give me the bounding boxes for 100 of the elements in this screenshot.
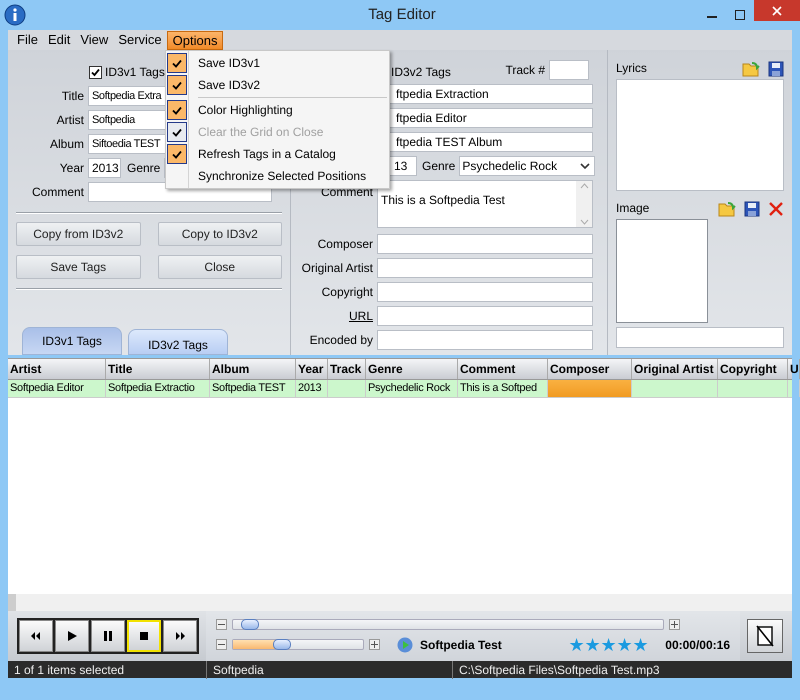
- scroll-thumb[interactable]: [8, 594, 16, 611]
- table-cell: Softpedia Extractio: [106, 380, 210, 397]
- plus-button[interactable]: [369, 639, 380, 650]
- slider[interactable]: [232, 618, 664, 630]
- media-button[interactable]: [19, 620, 53, 652]
- column-header[interactable]: Title: [106, 359, 210, 379]
- field-label: Composer: [316, 236, 374, 253]
- input-field[interactable]: [549, 60, 589, 80]
- dropdown-value: Psychedelic Rock: [462, 158, 558, 175]
- column-header[interactable]: Album: [210, 359, 296, 379]
- input-field[interactable]: [377, 330, 593, 350]
- chevron-down-icon: [580, 162, 590, 170]
- field-label: Comment: [320, 184, 374, 201]
- notes-button[interactable]: [747, 619, 783, 653]
- input-field[interactable]: [377, 282, 593, 302]
- minus-button[interactable]: [216, 639, 227, 650]
- section-label: ID3v1 Tags: [105, 64, 165, 81]
- star-icon: ★: [568, 636, 584, 652]
- save-icon: [744, 201, 760, 217]
- save-icon: [768, 61, 784, 77]
- field-label: Artist: [56, 112, 85, 129]
- button[interactable]: Copy from ID3v2: [16, 222, 140, 246]
- link[interactable]: URL: [291, 307, 377, 325]
- status-text: C:\Softpedia Files\Softpedia Test.mp3: [452, 660, 782, 678]
- section-label: Lyrics: [616, 60, 647, 77]
- plus-button[interactable]: [669, 618, 680, 630]
- menu-item[interactable]: Options: [166, 31, 224, 50]
- input-field[interactable]: [616, 327, 784, 348]
- menu-item[interactable]: Edit: [42, 31, 76, 50]
- input-field[interactable]: 2013: [88, 158, 121, 178]
- table-cell: Psychedelic Rock: [366, 380, 458, 397]
- menu-item[interactable]: File: [12, 31, 43, 50]
- info-icon: [4, 4, 26, 26]
- star-icon: ★: [600, 636, 616, 652]
- button[interactable]: Copy to ID3v2: [158, 222, 282, 246]
- menu-item[interactable]: View: [75, 31, 114, 50]
- menu-item[interactable]: Service: [113, 31, 167, 50]
- tab[interactable]: ID3v1 Tags: [22, 327, 122, 355]
- media-button[interactable]: [163, 620, 197, 652]
- field-label: Year: [58, 160, 85, 177]
- play-icon: [397, 636, 413, 652]
- column-header[interactable]: Artist: [8, 359, 106, 379]
- checkbox[interactable]: [89, 66, 102, 78]
- time-display: 00:00/00:16: [665, 636, 730, 654]
- slider-thumb[interactable]: [273, 639, 292, 650]
- notepad-icon: [754, 624, 776, 648]
- slider-thumb[interactable]: [241, 618, 260, 630]
- folder-icon: [742, 61, 760, 77]
- genre-dropdown[interactable]: Psychedelic Rock: [459, 156, 596, 176]
- column-header[interactable]: Copyright: [718, 359, 788, 379]
- section-label: ID3v2 Tags: [391, 64, 451, 80]
- check-icon: [91, 68, 100, 76]
- table-cell: Softpedia TEST: [210, 380, 296, 397]
- column-header[interactable]: Genre: [366, 359, 458, 379]
- scrollbar[interactable]: [8, 594, 792, 611]
- close-button[interactable]: [754, 0, 800, 21]
- status-text: Softpedia: [206, 660, 452, 678]
- star-icon: ★: [632, 636, 648, 652]
- star-icon: ★: [616, 636, 632, 652]
- menu-item[interactable]: Synchronize Selected Positions: [198, 167, 366, 185]
- window-title: Tag Editor: [368, 4, 436, 25]
- comment-field[interactable]: This is a Softpedia Test: [377, 180, 593, 228]
- table-cell: Softpedia Editor: [8, 380, 106, 397]
- minus-button[interactable]: [216, 618, 227, 630]
- field-label: Copyright: [320, 284, 374, 301]
- media-button[interactable]: [91, 620, 125, 652]
- input-field[interactable]: [377, 306, 593, 326]
- table-cell: 2013: [296, 380, 328, 397]
- button[interactable]: Save Tags: [16, 255, 140, 279]
- field-label: Genre: [422, 158, 456, 175]
- menu-item[interactable]: Color Highlighting: [198, 101, 293, 119]
- status-text: 1 of 1 items selected: [13, 662, 126, 678]
- column-header[interactable]: Track: [328, 359, 366, 379]
- column-header[interactable]: Composer: [548, 359, 632, 379]
- maximize-icon: [735, 10, 745, 20]
- field-label: Comment: [30, 184, 85, 201]
- field-label: Track #: [505, 62, 545, 79]
- minus-icon: [218, 641, 225, 648]
- column-header[interactable]: Comment: [458, 359, 548, 379]
- menu-item[interactable]: Save ID3v1: [198, 54, 260, 72]
- field-label: Encoded by: [308, 332, 374, 349]
- column-header[interactable]: Year: [296, 359, 328, 379]
- scrollbar[interactable]: [576, 181, 592, 227]
- media-button[interactable]: [55, 620, 89, 652]
- menu-item[interactable]: Refresh Tags in a Catalog: [198, 145, 336, 163]
- tab[interactable]: ID3v2 Tags: [128, 329, 228, 355]
- input-field[interactable]: [377, 258, 593, 278]
- folder-icon: [718, 201, 736, 217]
- field-label: Original Artist: [300, 260, 374, 277]
- slider[interactable]: [232, 639, 364, 650]
- star-icon: ★: [584, 636, 600, 652]
- section-label: Image: [616, 200, 650, 217]
- column-header[interactable]: Original Artist: [632, 359, 718, 379]
- lyrics-field[interactable]: [616, 79, 784, 191]
- column-header[interactable]: U: [788, 359, 800, 379]
- button[interactable]: Close: [158, 255, 282, 279]
- field-label: Album: [48, 136, 85, 153]
- menu-item[interactable]: Save ID3v2: [198, 76, 260, 94]
- field-value: This is a Softpedia Test: [381, 193, 505, 207]
- input-field[interactable]: [377, 234, 593, 254]
